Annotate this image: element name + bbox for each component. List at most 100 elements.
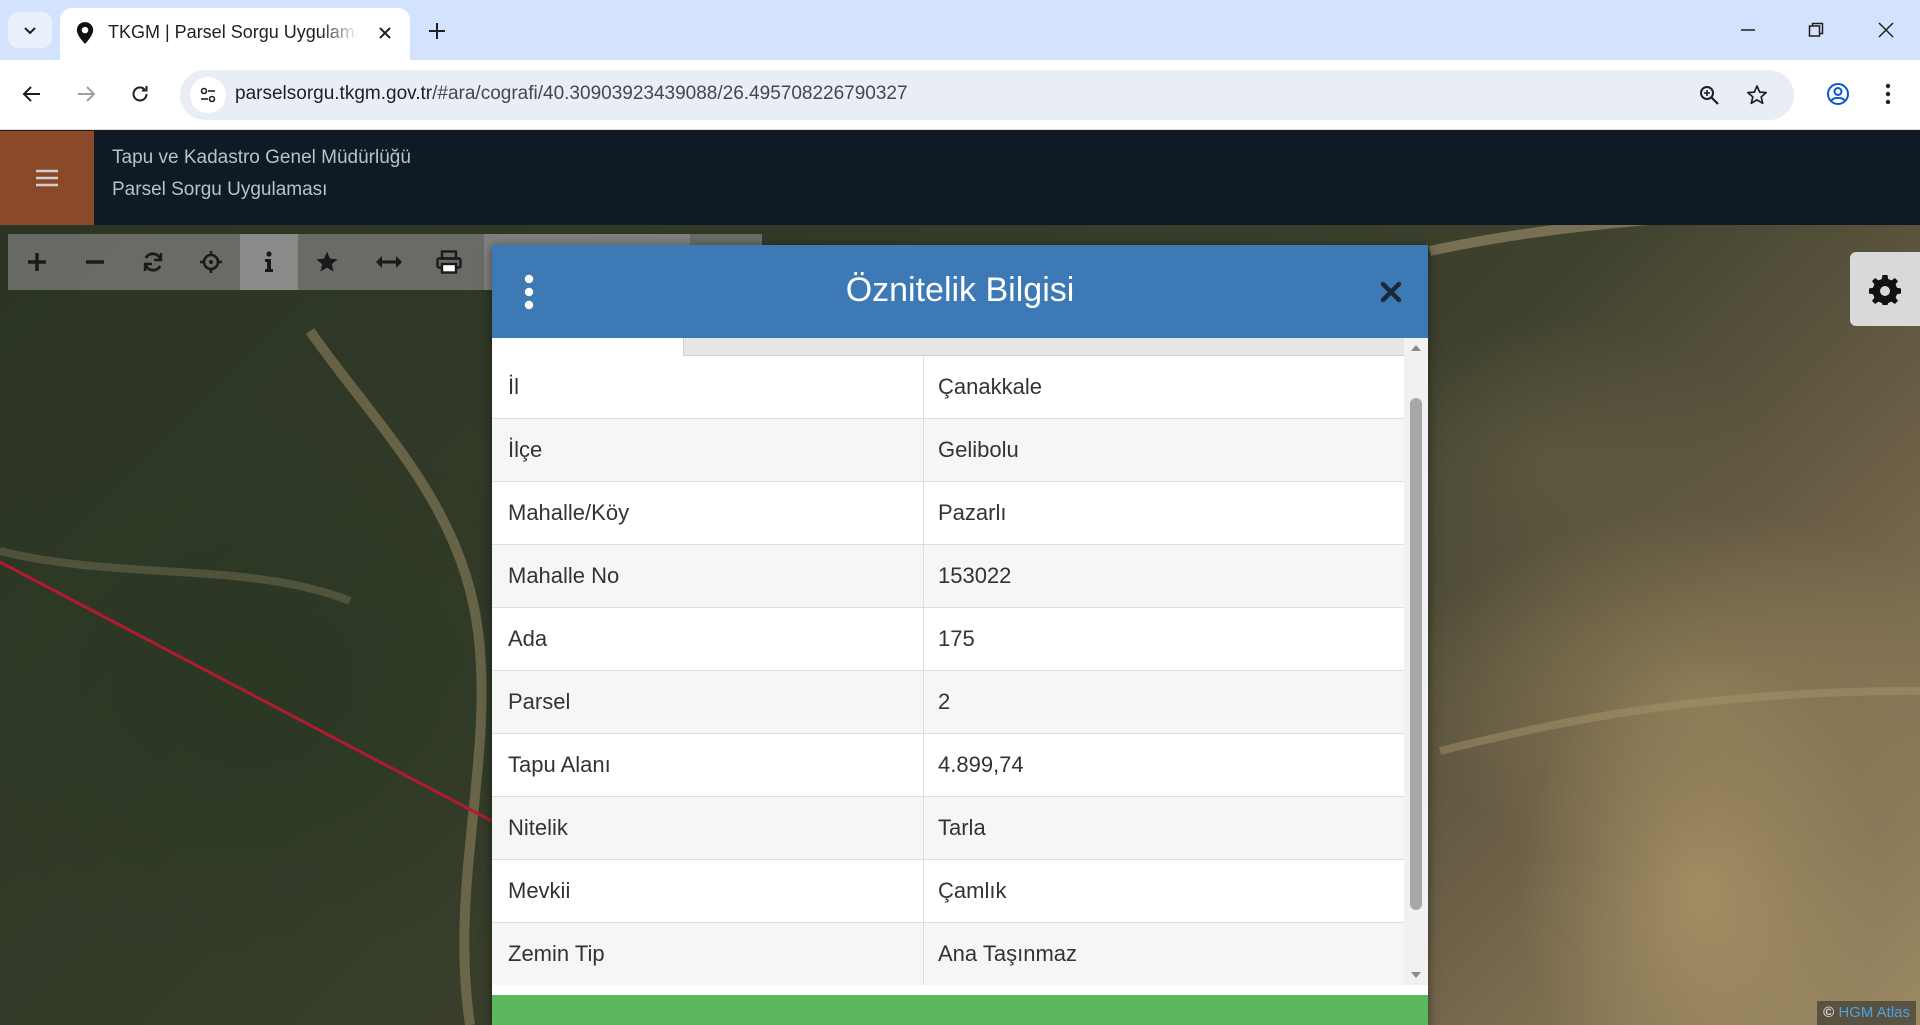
reload-icon xyxy=(132,86,148,102)
url-text: parselsorgu.tkgm.gov.tr/#ara/cografi/40.… xyxy=(235,83,908,105)
table-row: İlçe Gelibolu xyxy=(492,419,1404,482)
favorites-button[interactable] xyxy=(298,234,356,290)
table-row: Nitelik Tarla xyxy=(492,797,1404,860)
browser-toolbar: parselsorgu.tkgm.gov.tr/#ara/cografi/40.… xyxy=(0,60,1920,130)
info-button[interactable] xyxy=(240,234,298,290)
attribute-dialog: Öznitelik Bilgisi İl Çanakkale İlçe Geli… xyxy=(492,245,1428,1025)
new-tab-button[interactable] xyxy=(420,14,454,48)
row-key: İl xyxy=(508,374,519,399)
close-icon xyxy=(1380,281,1402,303)
zoom-out-icon xyxy=(86,260,104,264)
row-key: İlçe xyxy=(508,437,543,462)
row-value: Pazarlı xyxy=(938,500,1007,525)
row-value: Tarla xyxy=(938,815,986,840)
zoom-button[interactable] xyxy=(1694,80,1724,110)
field-track xyxy=(1439,687,1920,755)
table-row: İl Çanakkale xyxy=(492,356,1404,419)
restore-button[interactable] xyxy=(1788,8,1844,52)
minimize-icon xyxy=(1741,29,1755,31)
row-value: Ana Taşınmaz xyxy=(938,941,1078,966)
row-key: Mahalle No xyxy=(508,563,620,588)
column-divider xyxy=(923,356,924,419)
tab-close-button[interactable] xyxy=(374,22,396,44)
dialog-tab-active[interactable] xyxy=(492,338,684,356)
star-icon xyxy=(316,251,338,272)
forward-button[interactable] xyxy=(66,74,106,114)
table-row: Zemin Tip Ana Taşınmaz xyxy=(492,923,1404,985)
site-info-icon xyxy=(200,87,216,103)
site-info-button[interactable] xyxy=(190,77,226,113)
row-key: Zemin Tip xyxy=(508,941,605,966)
row-value: 2 xyxy=(938,689,951,714)
app-area: Tapu ve Kadastro Genel Müdürlüğü Parsel … xyxy=(0,131,1920,1025)
scroll-up-icon[interactable] xyxy=(1410,342,1422,354)
back-button[interactable] xyxy=(12,74,52,114)
dialog-footer xyxy=(492,995,1428,1025)
table-row: Mahalle/Köy Pazarlı xyxy=(492,482,1404,545)
column-divider xyxy=(923,545,924,608)
zoom-in-button[interactable] xyxy=(8,234,66,290)
row-value: Gelibolu xyxy=(938,437,1019,462)
print-icon xyxy=(436,250,462,274)
chevron-down-icon xyxy=(24,27,36,35)
close-window-icon xyxy=(1878,22,1894,38)
tab-search-button[interactable] xyxy=(8,12,52,48)
scroll-thumb[interactable] xyxy=(1410,398,1422,910)
minimize-button[interactable] xyxy=(1720,8,1776,52)
location-pin-icon xyxy=(76,22,94,44)
zoom-out-button[interactable] xyxy=(66,234,124,290)
column-divider xyxy=(923,671,924,734)
row-value: 153022 xyxy=(938,563,1012,588)
dialog-header: Öznitelik Bilgisi xyxy=(492,245,1428,338)
locate-button[interactable] xyxy=(182,234,240,290)
attribution-link[interactable]: HGM Atlas xyxy=(1838,1004,1910,1021)
row-value: Çanakkale xyxy=(938,374,1042,399)
info-icon xyxy=(265,251,273,272)
row-key: Mevkii xyxy=(508,878,571,903)
hamburger-menu-button[interactable] xyxy=(0,131,94,225)
map-settings-button[interactable] xyxy=(1850,252,1920,326)
hamburger-icon xyxy=(36,169,58,187)
column-divider xyxy=(923,734,924,797)
dialog-scrollbar[interactable] xyxy=(1404,338,1428,985)
row-key: Mahalle/Köy xyxy=(508,500,630,525)
row-key: Nitelik xyxy=(508,815,568,840)
column-divider xyxy=(923,797,924,860)
column-divider xyxy=(923,419,924,482)
browser-tab[interactable]: TKGM | Parsel Sorgu Uygulaması xyxy=(60,8,410,60)
app-name: Parsel Sorgu Uygulaması xyxy=(112,179,328,200)
profile-button[interactable] xyxy=(1818,74,1858,114)
url-host: parselsorgu.tkgm.gov.tr xyxy=(235,83,433,104)
browser-tab-bar: TKGM | Parsel Sorgu Uygulaması xyxy=(0,0,1920,60)
refresh-icon xyxy=(143,252,163,272)
dialog-tabs xyxy=(492,338,1404,356)
column-divider xyxy=(923,482,924,545)
close-icon xyxy=(379,27,391,39)
row-key: Ada xyxy=(508,626,548,651)
browser-menu-button[interactable] xyxy=(1868,74,1908,114)
back-arrow-icon xyxy=(22,86,40,102)
row-value: Çamlık xyxy=(938,878,1007,903)
dialog-close-button[interactable] xyxy=(1376,277,1406,307)
reload-button[interactable] xyxy=(120,74,160,114)
address-bar[interactable]: parselsorgu.tkgm.gov.tr/#ara/cografi/40.… xyxy=(180,70,1794,120)
print-button[interactable] xyxy=(420,234,478,290)
restore-icon xyxy=(1808,22,1824,37)
column-divider xyxy=(923,860,924,923)
parcel-boundary-line xyxy=(0,560,493,823)
close-window-button[interactable] xyxy=(1858,8,1914,52)
url-path: /#ara/cografi/40.30903923439088/26.49570… xyxy=(432,83,908,104)
row-value: 175 xyxy=(938,626,975,651)
dialog-title: Öznitelik Bilgisi xyxy=(845,271,1075,309)
attribute-table: İl Çanakkale İlçe Gelibolu Mahalle/Köy P… xyxy=(492,356,1404,985)
copyright-symbol: © xyxy=(1823,1004,1835,1021)
scroll-down-icon[interactable] xyxy=(1410,969,1422,981)
locate-icon xyxy=(200,251,222,273)
row-value: 4.899,74 xyxy=(938,752,1024,777)
map-attribution: © HGM Atlas xyxy=(1817,1001,1916,1025)
refresh-button[interactable] xyxy=(124,234,182,290)
dirt-track xyxy=(0,547,352,605)
bookmark-button[interactable] xyxy=(1742,80,1772,110)
table-row: Ada 175 xyxy=(492,608,1404,671)
measure-button[interactable] xyxy=(360,234,418,290)
